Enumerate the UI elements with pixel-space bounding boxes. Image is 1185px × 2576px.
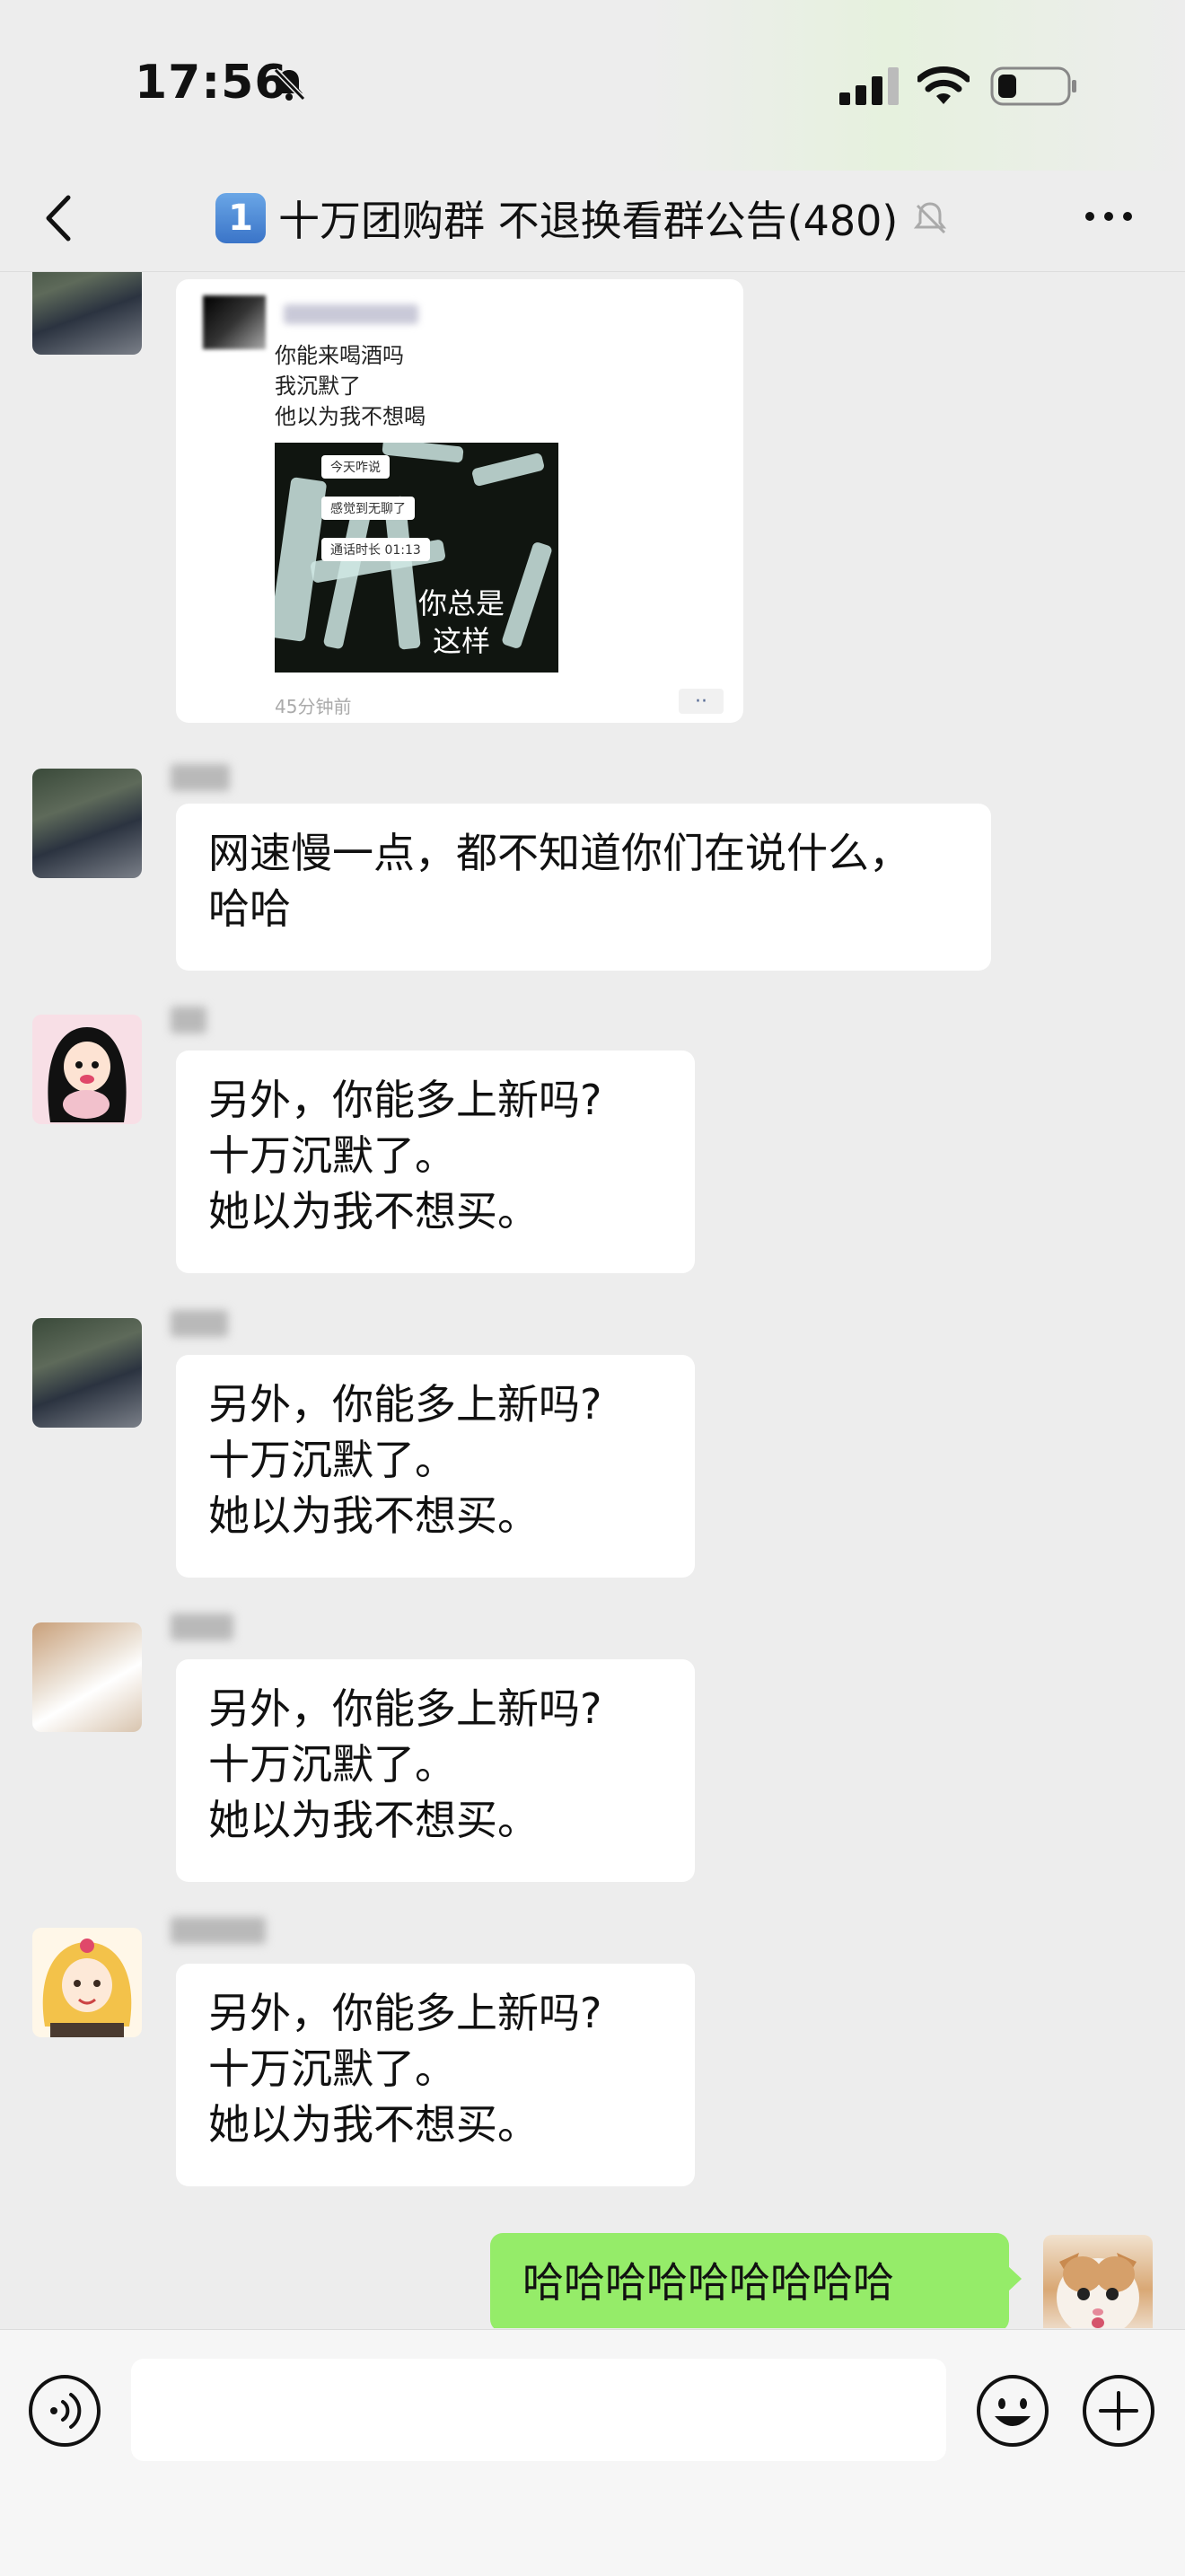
battery-icon [990,66,1076,106]
cellular-signal-icon [839,67,899,105]
message-bubble[interactable]: 另外，你能多上新吗? 十万沉默了。 她以为我不想买。 [176,1659,695,1882]
status-bar: 17:56 [0,0,1185,171]
bell-slash-icon [273,67,306,101]
moment-thumbnail [203,295,266,349]
message-bubble[interactable]: 另外，你能多上新吗? 十万沉默了。 她以为我不想买。 [176,1964,695,2186]
message-input[interactable] [131,2359,946,2461]
sent-message-bubble[interactable]: 哈哈哈哈哈哈哈哈哈 [490,2233,1009,2328]
voice-icon[interactable] [27,2373,102,2449]
wifi-icon [917,66,970,104]
avatar[interactable] [32,272,142,355]
sender-name-blurred [171,764,230,791]
moment-time: 45分钟前 [275,696,352,717]
plus-icon[interactable] [1081,2373,1156,2449]
moment-more-button[interactable]: ·· [679,689,724,714]
message-bubble[interactable]: 另外，你能多上新吗? 十万沉默了。 她以为我不想买。 [176,1051,695,1273]
image-caption: 你总是 这样 [418,586,505,658]
image-chip: 通话时长 01:13 [321,538,430,561]
avatar-cat-illustration [1057,2253,1139,2328]
moment-author-blurred [284,304,418,324]
chat-header: 1 十万团购群 不退换看群公告(480) [0,171,1185,272]
forwarded-moment-card[interactable]: 你能来喝酒吗 我沉默了 他以为我不想喝 今天咋说 感觉到无聊了 通话时长 01:… [176,279,743,723]
chat-title[interactable]: 1 十万团购群 不退换看群公告(480) [215,187,950,250]
status-time: 17:56 [135,56,288,110]
image-chip: 今天咋说 [321,455,390,479]
avatar-girl-illustration [48,1027,127,1122]
input-bar [0,2329,1185,2576]
avatar[interactable] [32,1622,142,1732]
avatar[interactable] [32,1015,142,1124]
sender-name-blurred [171,1613,233,1640]
avatar-blonde-illustration [42,1939,132,2037]
message-bubble[interactable]: 另外，你能多上新吗? 十万沉默了。 她以为我不想买。 [176,1355,695,1578]
message-list[interactable]: 你能来喝酒吗 我沉默了 他以为我不想喝 今天咋说 感觉到无聊了 通话时长 01:… [0,272,1185,2328]
sender-name-blurred [171,1007,206,1033]
more-dots-icon[interactable] [1077,194,1140,239]
back-chevron-icon[interactable] [36,187,86,250]
pinned-number-badge: 1 [215,193,266,243]
moment-image[interactable]: 今天咋说 感觉到无聊了 通话时长 01:13 你总是 这样 [275,443,558,673]
avatar[interactable] [32,769,142,878]
moment-text: 你能来喝酒吗 我沉默了 他以为我不想喝 [275,343,426,429]
group-name: 十万团购群 不退换看群公告(480) [278,197,899,245]
muted-bell-icon [914,202,947,234]
my-avatar[interactable] [1043,2235,1153,2328]
sender-name-blurred [171,1917,266,1944]
image-chip: 感觉到无聊了 [321,497,415,520]
message-bubble[interactable]: 网速慢一点，都不知道你们在说什么， 哈哈 [176,804,991,971]
avatar[interactable] [32,1318,142,1428]
sender-name-blurred [171,1310,228,1337]
avatar[interactable] [32,1928,142,2037]
bubble-tail [1007,2265,1022,2292]
emoji-icon[interactable] [975,2373,1050,2449]
